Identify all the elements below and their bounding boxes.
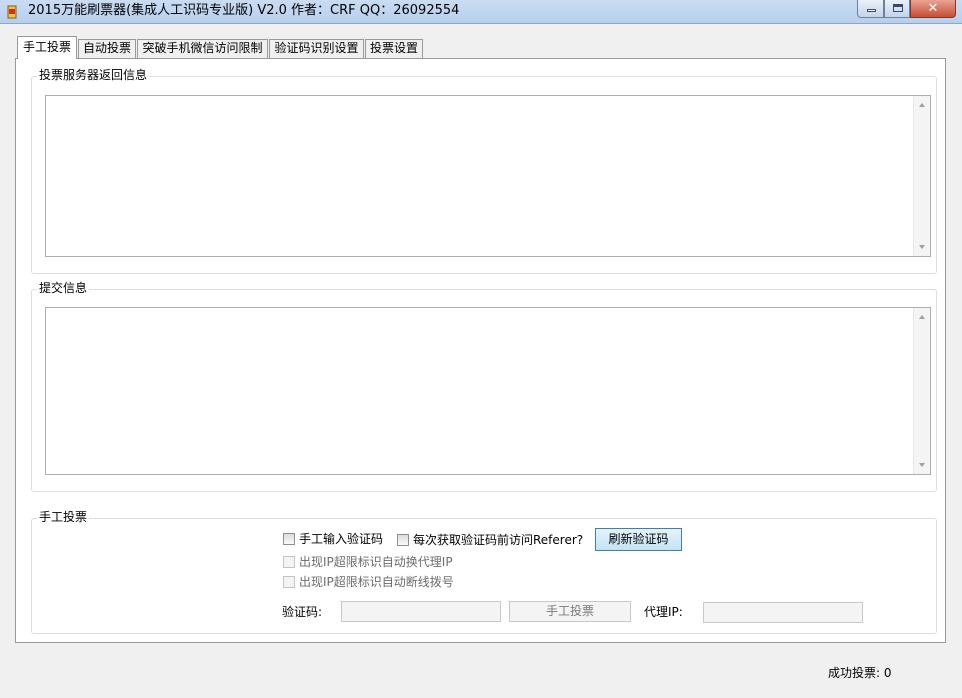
scroll-up-icon[interactable] <box>919 103 925 107</box>
auto-proxy-label: 出现IP超限标识自动换代理IP <box>299 555 453 569</box>
scroll-down-icon[interactable] <box>919 463 925 467</box>
auto-redial-checkbox[interactable] <box>283 576 295 588</box>
refresh-captcha-button[interactable]: 刷新验证码 <box>595 528 682 551</box>
minimize-button[interactable] <box>857 0 884 18</box>
tab-wechat-limit[interactable]: 突破手机微信访问限制 <box>137 39 268 58</box>
title-bar[interactable]: 2015万能刷票器(集成人工识码专业版) V2.0 作者：CRF QQ：2609… <box>0 0 962 24</box>
app-icon <box>4 4 20 20</box>
close-icon: ✕ <box>927 1 939 16</box>
maximize-button[interactable] <box>884 0 910 18</box>
captcha-label: 验证码: <box>282 605 323 619</box>
tab-vote-settings[interactable]: 投票设置 <box>365 39 423 58</box>
success-votes-count: 成功投票: 0 <box>828 666 892 680</box>
tab-captcha-settings[interactable]: 验证码识别设置 <box>269 39 364 58</box>
tab-manual-vote[interactable]: 手工投票 <box>17 36 77 59</box>
tab-auto-vote[interactable]: 自动投票 <box>78 39 136 58</box>
manual-vote-label: 手工投票 <box>37 510 90 524</box>
server-response-textarea[interactable] <box>45 95 931 257</box>
referer-checkbox[interactable] <box>397 534 409 546</box>
submit-info-label: 提交信息 <box>37 281 90 295</box>
scroll-up-icon[interactable] <box>919 315 925 319</box>
proxy-ip-label: 代理IP: <box>644 605 683 619</box>
proxy-ip-input[interactable] <box>703 602 863 623</box>
close-button[interactable]: ✕ <box>910 0 956 18</box>
status-bar: 成功投票: 0 <box>0 652 962 698</box>
submit-info-textarea[interactable] <box>45 307 931 475</box>
server-response-scrollbar[interactable] <box>913 96 930 256</box>
manual-captcha-checkbox[interactable] <box>283 533 295 545</box>
scroll-down-icon[interactable] <box>919 245 925 249</box>
server-response-label: 投票服务器返回信息 <box>37 68 150 82</box>
captcha-input[interactable] <box>341 601 501 622</box>
manual-vote-button[interactable]: 手工投票 <box>509 601 631 622</box>
auto-redial-label: 出现IP超限标识自动断线拨号 <box>299 575 454 589</box>
submit-info-scrollbar[interactable] <box>913 308 930 474</box>
manual-captcha-label[interactable]: 手工输入验证码 <box>299 532 383 546</box>
referer-label[interactable]: 每次获取验证码前访问Referer? <box>413 533 583 547</box>
auto-proxy-checkbox[interactable] <box>283 556 295 568</box>
window-title: 2015万能刷票器(集成人工识码专业版) V2.0 作者：CRF QQ：2609… <box>28 3 460 18</box>
